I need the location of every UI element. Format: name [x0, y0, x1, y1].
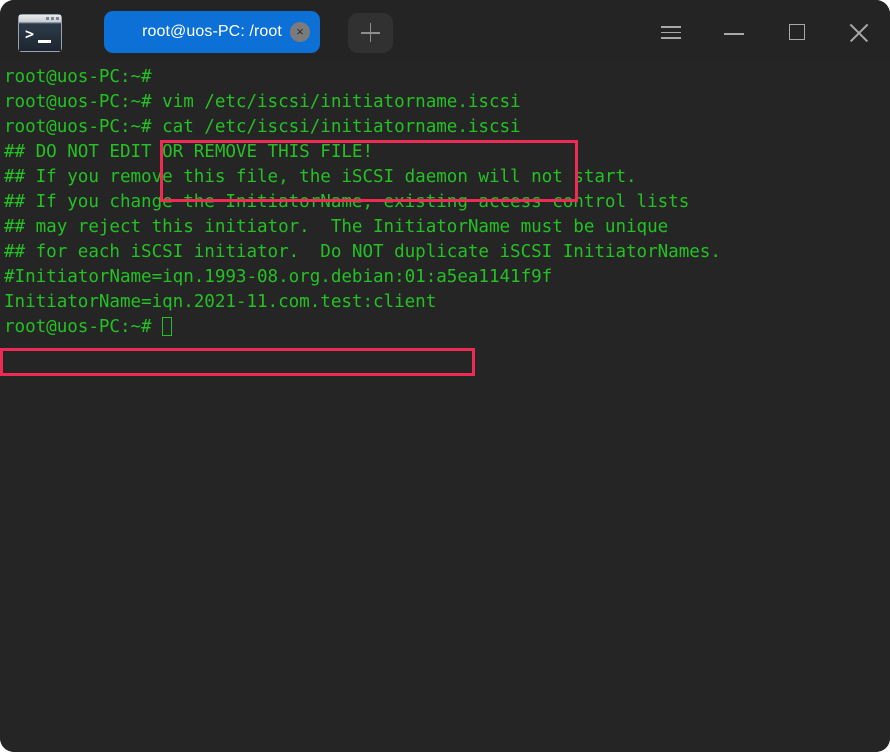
- terminal-line: root@uos-PC:~# cat /etc/iscsi/initiatorn…: [4, 117, 521, 137]
- terminal-icon-prompt-glyph: >: [25, 25, 35, 43]
- prompt-text: root@uos-PC:~#: [4, 317, 163, 337]
- hamburger-line-3: [661, 37, 681, 39]
- terminal-icon-underscore: [38, 40, 51, 43]
- minimize-button[interactable]: [720, 18, 748, 46]
- terminal-line: #InitiatorName=iqn.1993-08.org.debian:01…: [4, 267, 553, 287]
- minimize-icon: [724, 33, 744, 35]
- terminal-prompt-line: root@uos-PC:~#: [4, 315, 888, 340]
- hamburger-line-2: [661, 31, 681, 34]
- terminal-lines: root@uos-PC:~# root@uos-PC:~# vim /etc/i…: [4, 65, 888, 340]
- terminal-output-area[interactable]: root@uos-PC:~# root@uos-PC:~# vim /etc/i…: [0, 62, 890, 752]
- plus-icon-vertical: [369, 23, 372, 42]
- tab-root-root[interactable]: root@uos-PC: /root ×: [104, 11, 320, 53]
- titlebar: > root@uos-PC: /root ×: [0, 0, 890, 62]
- terminal-line: root@uos-PC:~#: [4, 67, 152, 87]
- terminal-cursor: [162, 317, 173, 336]
- close-button[interactable]: [845, 18, 873, 46]
- tab-label: root@uos-PC: /root: [142, 23, 282, 40]
- terminal-line: ## for each iSCSI initiator. Do NOT dupl…: [4, 242, 721, 262]
- hamburger-menu-icon[interactable]: [657, 18, 685, 46]
- terminal-line: ## If you remove this file, the iSCSI da…: [4, 167, 637, 187]
- hamburger-line-1: [661, 26, 681, 28]
- terminal-icon-buttons: [46, 17, 59, 20]
- terminal-line: ## DO NOT EDIT OR REMOVE THIS FILE!: [4, 142, 373, 162]
- maximize-icon: [789, 24, 805, 40]
- terminal-icon: >: [18, 14, 62, 52]
- terminal-line: ## may reject this initiator. The Initia…: [4, 217, 669, 237]
- terminal-window: > root@uos-PC: /root × root@uos-PC:~# ro…: [0, 0, 890, 752]
- new-tab-button[interactable]: [348, 13, 393, 53]
- terminal-line-initiator-name: InitiatorName=iqn.2021-11.com.test:clien…: [4, 292, 437, 312]
- highlight-box-initiator-name: [0, 348, 475, 376]
- terminal-line: ## If you change the InitiatorName, exis…: [4, 192, 690, 212]
- terminal-line: root@uos-PC:~# vim /etc/iscsi/initiatorn…: [4, 92, 521, 112]
- tab-close-icon[interactable]: ×: [290, 22, 310, 42]
- maximize-button[interactable]: [783, 18, 811, 46]
